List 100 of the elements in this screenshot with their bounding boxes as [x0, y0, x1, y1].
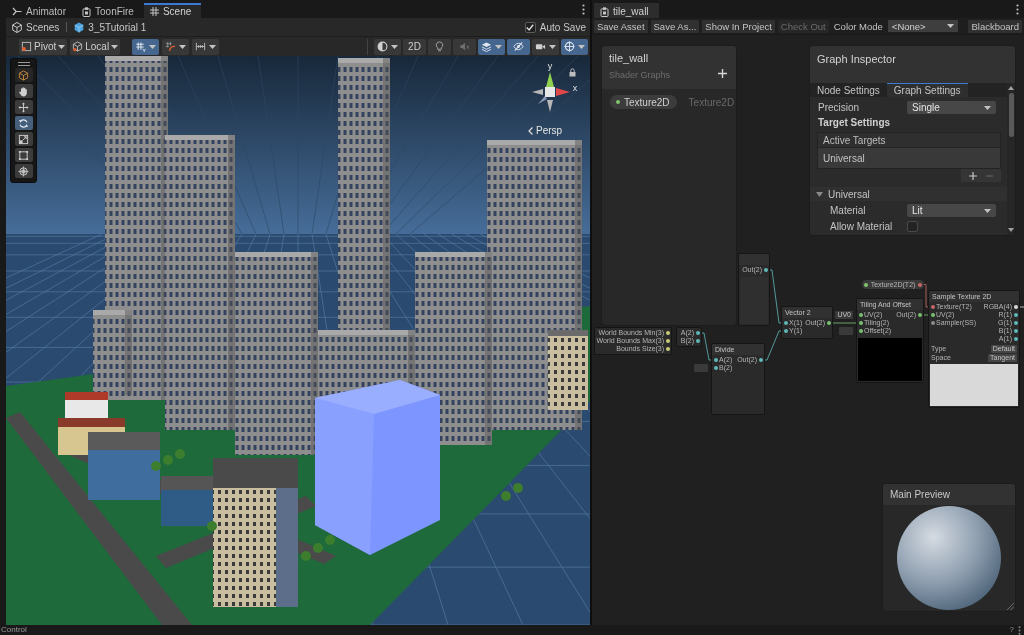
toolbar-toggle[interactable] — [132, 38, 160, 55]
cube-outline-icon — [12, 21, 22, 33]
caret-icon — [58, 44, 66, 49]
foldout-header[interactable]: Universal — [810, 187, 1007, 201]
list-header: Active Targets — [818, 133, 1000, 148]
field-label: Allow Material — [830, 220, 894, 233]
building — [88, 432, 160, 500]
scroll-up-icon[interactable] — [1008, 86, 1014, 90]
caret-icon — [946, 24, 954, 28]
grid-curve-icon — [165, 41, 177, 52]
rotate-arrows-icon — [18, 117, 29, 129]
toolbar-button[interactable]: Save Asset — [594, 19, 648, 33]
tool-button[interactable] — [14, 100, 33, 114]
input-field[interactable] — [694, 364, 708, 372]
toolbar-button[interactable]: Blackboard — [968, 19, 1022, 33]
breadcrumb-link[interactable]: 3_5Tutorial 1 — [72, 20, 149, 34]
toolbar-toggle[interactable] — [162, 38, 190, 55]
toolbar-button[interactable]: Show In Project — [702, 19, 775, 33]
field-label: Material — [830, 204, 867, 217]
checkbox[interactable] — [907, 221, 918, 232]
precision-dropdown[interactable]: Single — [907, 101, 996, 114]
editor-tab[interactable]: Scene — [143, 3, 202, 18]
toolbar-toggle[interactable] — [374, 38, 401, 55]
more-icon[interactable] — [582, 4, 585, 15]
cube-icon — [18, 69, 29, 81]
inspector-tab[interactable]: Node Settings — [810, 83, 887, 97]
property-pill[interactable]: Texture2D — [610, 95, 677, 109]
tree — [207, 521, 217, 531]
cube-icon — [74, 21, 85, 33]
dropdown-button[interactable]: Local — [70, 38, 121, 55]
editor-tab[interactable]: tile_wall — [594, 3, 659, 18]
section-heading: Target Settings — [818, 117, 892, 128]
toolbar-toggle[interactable] — [478, 38, 505, 55]
clipboard-icon — [600, 6, 609, 17]
scale-icon — [18, 133, 29, 145]
panel-title: tile_wall — [609, 52, 649, 64]
field-label: Precision — [818, 101, 861, 114]
triangle-down-icon — [816, 191, 823, 197]
toolbar-toggle[interactable]: 2D — [403, 38, 426, 55]
property-type: Texture2D — [688, 96, 735, 108]
axis-label: x — [572, 83, 578, 93]
more-icon[interactable] — [1018, 625, 1021, 635]
scrollbar[interactable] — [1007, 83, 1015, 235]
ruler-icon — [195, 41, 207, 52]
pivot-icon — [21, 41, 32, 52]
more-icon[interactable] — [1016, 4, 1019, 15]
connection-wire — [1019, 306, 1024, 308]
tool-button[interactable] — [14, 84, 33, 98]
half-circle-icon — [377, 41, 388, 52]
connection-wire — [923, 284, 929, 308]
checkbox[interactable] — [524, 21, 536, 33]
list-item[interactable]: Universal — [818, 148, 1000, 168]
clipboard-icon — [82, 6, 91, 17]
resize-grip-icon[interactable] — [1007, 603, 1014, 610]
help-button[interactable]: ? — [1009, 625, 1014, 635]
scrollbar-thumb[interactable] — [1008, 93, 1014, 137]
layers-icon — [481, 41, 492, 52]
panel-title: Main Preview — [883, 484, 1015, 505]
scroll-down-icon[interactable] — [1008, 228, 1014, 232]
cube-icon — [72, 41, 84, 52]
dropdown-button[interactable]: Pivot — [19, 38, 68, 55]
caret-icon — [984, 105, 991, 110]
toolbar-button[interactable]: Save As... — [650, 19, 700, 33]
orientation-gizmo-drawing[interactable] — [532, 72, 570, 112]
checkmark-icon — [526, 23, 535, 31]
connection-wire — [764, 330, 782, 361]
connection-wire — [701, 332, 712, 361]
axis-label: y — [547, 61, 553, 71]
drag-handle-icon — [17, 62, 30, 66]
toolbar-toggle[interactable] — [507, 38, 530, 55]
editor-tab[interactable]: Animator — [6, 3, 76, 18]
toolbar-toggle[interactable] — [561, 38, 588, 55]
breadcrumb-link[interactable]: Scenes — [10, 20, 62, 34]
connection-wire — [832, 322, 857, 324]
grid-icon — [149, 7, 159, 16]
input-field[interactable] — [839, 327, 853, 335]
toolbar-toggle[interactable] — [192, 38, 220, 55]
tool-button[interactable] — [14, 116, 33, 130]
status-text: Control — [1, 625, 27, 635]
color-mode-dropdown[interactable]: <None> — [887, 20, 958, 32]
add-button[interactable] — [969, 171, 978, 180]
tool-button[interactable] — [14, 164, 33, 178]
add-button[interactable] — [717, 68, 728, 79]
plus-icon — [718, 69, 727, 78]
toolbar-toggle[interactable] — [453, 38, 476, 55]
speaker-muted-icon — [459, 41, 470, 52]
projection-toggle[interactable]: Persp — [528, 125, 563, 136]
toolbar-toggle[interactable] — [532, 38, 559, 55]
tool-button[interactable] — [14, 148, 33, 162]
inspector-tab[interactable]: Graph Settings — [886, 83, 968, 97]
material-dropdown[interactable]: Lit — [907, 204, 996, 217]
tool-button[interactable] — [14, 132, 33, 146]
toolbar-toggle[interactable] — [428, 38, 451, 55]
chevron-left-icon — [528, 126, 533, 135]
editor-tab[interactable]: ToonFire — [76, 3, 144, 18]
lightbulb-icon — [434, 41, 445, 52]
lock-icon[interactable] — [569, 68, 576, 77]
transform-icon — [18, 165, 29, 177]
checkbox-label: Auto Save — [539, 21, 586, 33]
caret-icon — [984, 208, 991, 213]
